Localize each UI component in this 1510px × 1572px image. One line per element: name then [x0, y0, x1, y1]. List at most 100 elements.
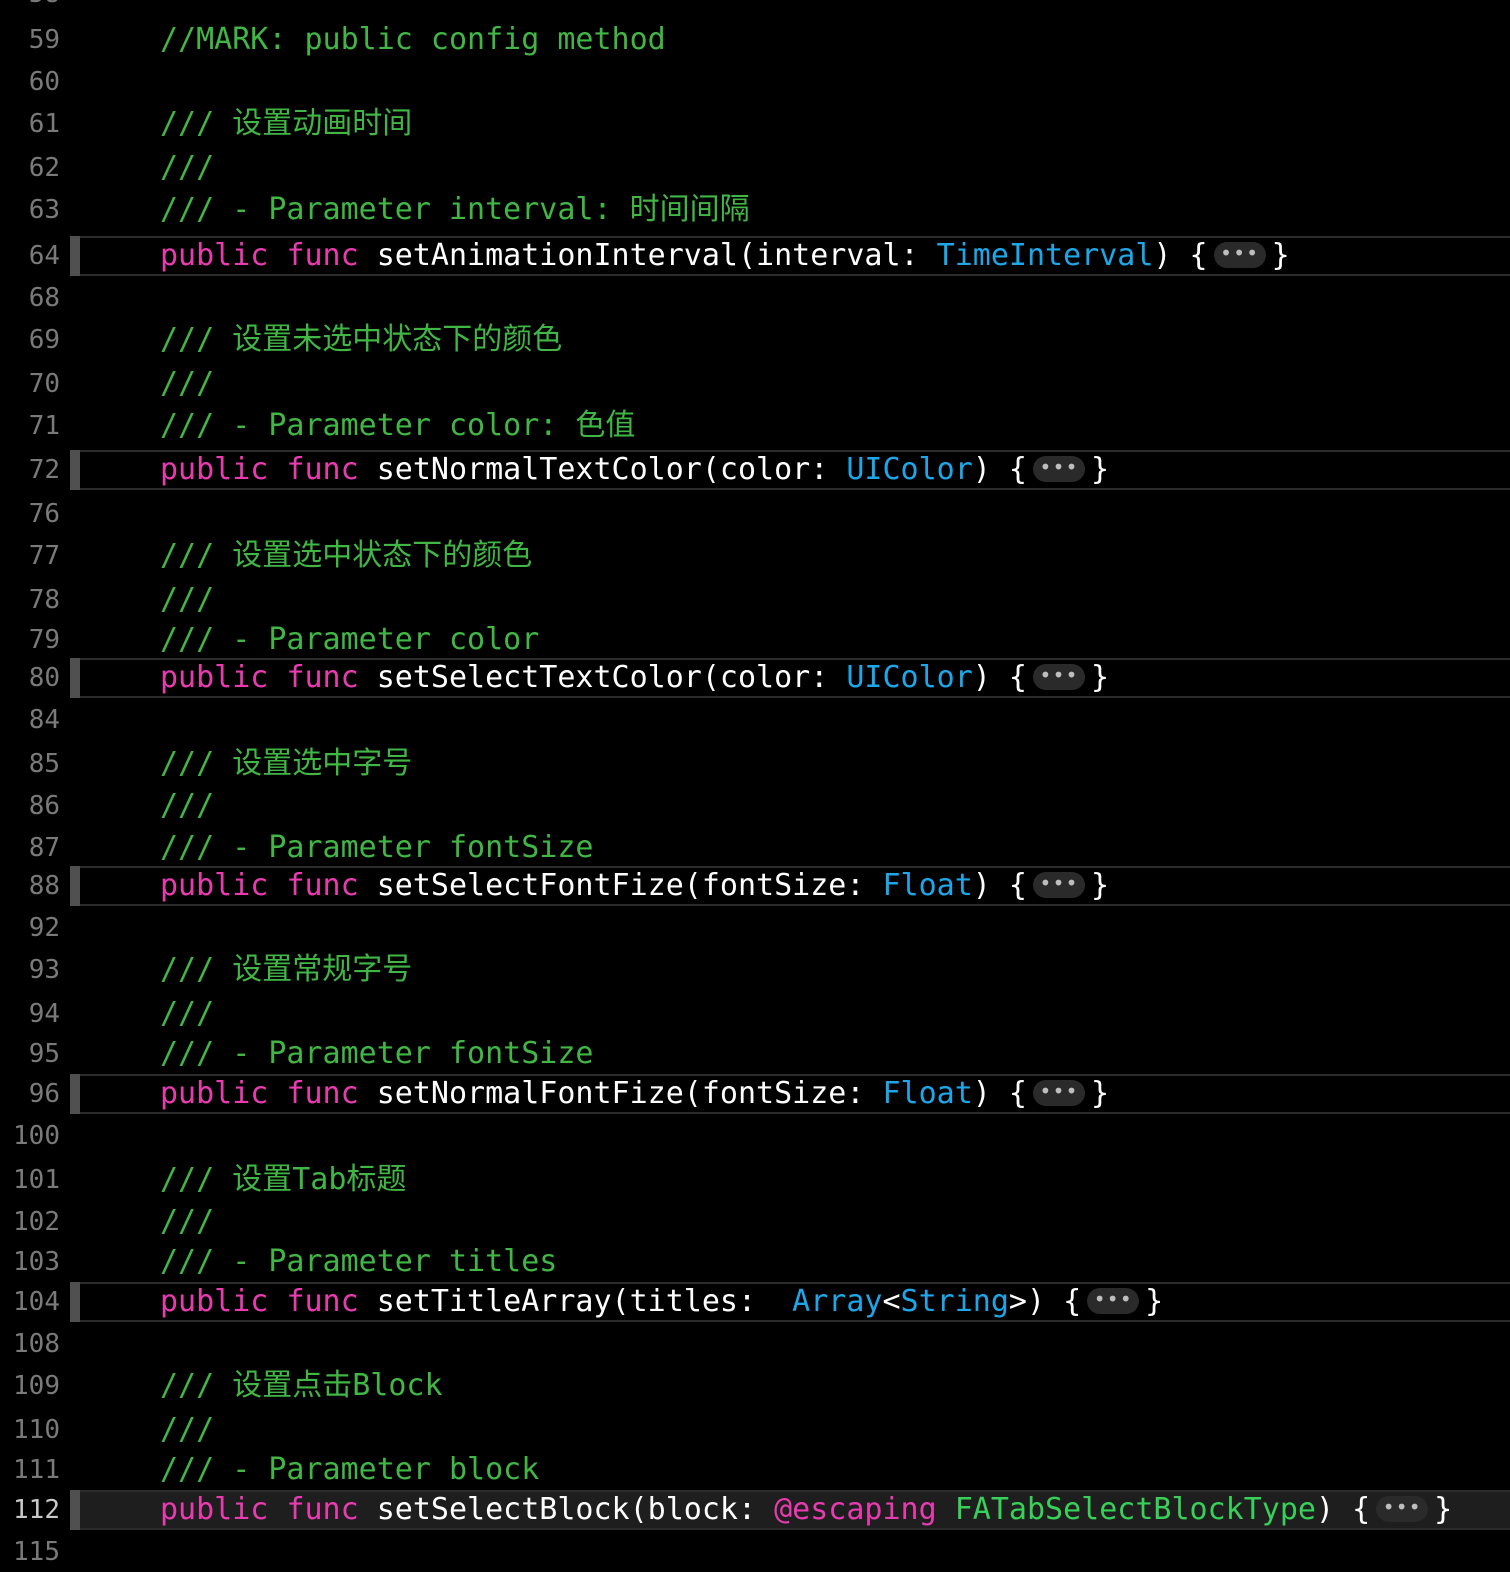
folded-code-ellipsis-button[interactable]: ••• [1032, 663, 1085, 690]
code-text: /// - Parameter fontSize [160, 1034, 593, 1074]
comment-text: /// [160, 1204, 215, 1239]
closing-brace: } [1145, 1284, 1164, 1319]
code-line-59[interactable]: 59 //MARK: public config method [0, 20, 1510, 60]
folded-code-ellipsis-button[interactable]: ••• [1376, 1495, 1429, 1522]
fold-ribbon-marker[interactable] [70, 1282, 80, 1322]
fold-ribbon-marker[interactable] [70, 658, 80, 698]
code-text: public func setSelectBlock(block: @escap… [160, 1490, 1452, 1530]
code-line-68[interactable]: 68 [0, 278, 1510, 318]
code-line-103[interactable]: 103 /// - Parameter titles [0, 1242, 1510, 1282]
code-editor[interactable]: 58 59 //MARK: public config method 60 61 ///… [0, 0, 1510, 1570]
code-line-102[interactable]: 102 /// [0, 1202, 1510, 1242]
line-number: 60 [28, 67, 60, 97]
type-name: Array [792, 1284, 883, 1319]
line-number: 111 [13, 1455, 60, 1485]
code-line-86[interactable]: 86 /// [0, 786, 1510, 826]
line-number: 69 [28, 325, 60, 355]
code-line-93[interactable]: 93 /// 设置常规字号 [0, 950, 1510, 990]
code-line-62[interactable]: 62 /// [0, 148, 1510, 188]
code-line-109[interactable]: 109 /// 设置点击Block [0, 1366, 1510, 1406]
fold-ribbon-marker[interactable] [70, 1074, 80, 1114]
code-line-69[interactable]: 69 /// 设置未选中状态下的颜色 [0, 320, 1510, 360]
code-line-77[interactable]: 77 /// 设置选中状态下的颜色 [0, 536, 1510, 576]
fold-ribbon-marker[interactable] [70, 1490, 80, 1530]
signature-close: ) { [972, 1076, 1027, 1111]
keyword-public: public [160, 1076, 269, 1111]
function-signature: setAnimationInterval(interval: [358, 238, 937, 273]
line-number: 68 [28, 283, 60, 313]
line-number: 79 [28, 625, 60, 655]
code-line-84[interactable]: 84 [0, 700, 1510, 740]
code-text: /// [160, 580, 214, 620]
line-number: 64 [28, 241, 60, 271]
closing-brace: } [1434, 1492, 1453, 1527]
folded-code-ellipsis-button[interactable]: ••• [1213, 241, 1266, 268]
code-text: /// [160, 786, 214, 826]
code-text: public func setSelectTextColor(color: UI… [160, 658, 1109, 698]
code-text: /// [160, 994, 214, 1034]
code-line-110[interactable]: 110 /// [0, 1410, 1510, 1450]
code-line-95[interactable]: 95 /// - Parameter fontSize [0, 1034, 1510, 1074]
code-line-94[interactable]: 94 /// [0, 994, 1510, 1034]
code-line-101[interactable]: 101 /// 设置Tab标题 [0, 1160, 1510, 1200]
function-signature: setSelectFontFize(fontSize: [358, 868, 883, 903]
keyword-func: func [286, 1076, 359, 1111]
fold-ribbon-marker[interactable] [70, 450, 80, 490]
keyword-func: func [286, 1284, 359, 1319]
code-line-115[interactable]: 115 [0, 1532, 1510, 1572]
code-line-111[interactable]: 111 /// - Parameter block [0, 1450, 1510, 1490]
line-number: 104 [13, 1287, 60, 1317]
line-number: 109 [13, 1371, 60, 1401]
line-number: 88 [28, 871, 60, 901]
comment-text: /// [160, 150, 215, 185]
code-line-63[interactable]: 63 /// - Parameter interval: 时间间隔 [0, 190, 1510, 230]
keyword-public: public [160, 1492, 269, 1527]
line-number: 63 [28, 195, 60, 225]
code-line-70[interactable]: 70 /// [0, 364, 1510, 404]
code-text: /// 设置Tab标题 [160, 1160, 406, 1200]
code-line-112[interactable]: 112 public func setSelectBlock(block: @es… [0, 1490, 1510, 1530]
code-text: public func setSelectFontFize(fontSize: … [160, 866, 1109, 906]
code-text: /// 设置选中字号 [160, 744, 412, 784]
code-line-87[interactable]: 87 /// - Parameter fontSize [0, 828, 1510, 868]
folded-code-ellipsis-button[interactable]: ••• [1032, 455, 1085, 482]
code-line-60[interactable]: 60 [0, 62, 1510, 102]
folded-code-ellipsis-button[interactable]: ••• [1032, 871, 1085, 898]
code-text: /// - Parameter titles [160, 1242, 557, 1282]
code-line-92[interactable]: 92 [0, 908, 1510, 948]
signature-close: ) { [972, 868, 1027, 903]
code-text: public func setTitleArray(titles: Array<… [160, 1282, 1163, 1322]
code-line-72[interactable]: 72 public func setNormalTextColor(color: … [0, 450, 1510, 490]
fold-ribbon-marker[interactable] [70, 236, 80, 276]
code-line-100[interactable]: 100 [0, 1116, 1510, 1156]
code-line-96[interactable]: 96 public func setNormalFontFize(fontSize… [0, 1074, 1510, 1114]
line-number: 95 [28, 1039, 60, 1069]
comment-text: /// [160, 582, 215, 617]
line-number: 71 [28, 411, 60, 441]
code-line-76[interactable]: 76 [0, 494, 1510, 534]
code-line-61[interactable]: 61 /// 设置动画时间 [0, 104, 1510, 144]
comment-text: /// - Parameter block [160, 1452, 540, 1487]
code-line-71[interactable]: 71 /// - Parameter color: 色值 [0, 406, 1510, 446]
code-line-80[interactable]: 80 public func setSelectTextColor(color: … [0, 658, 1510, 698]
code-line-104[interactable]: 104 public func setTitleArray(titles: Arr… [0, 1282, 1510, 1322]
code-line-88[interactable]: 88 public func setSelectFontFize(fontSize… [0, 866, 1510, 906]
keyword-public: public [160, 238, 269, 273]
comment-text: /// - Parameter fontSize [160, 830, 594, 865]
comment-text: /// 设置动画时间 [160, 106, 413, 141]
fold-ribbon-marker[interactable] [70, 866, 80, 906]
folded-code-ellipsis-button[interactable]: ••• [1032, 1079, 1085, 1106]
code-line-79[interactable]: 79 /// - Parameter color [0, 620, 1510, 660]
code-text: /// [160, 364, 214, 404]
folded-code-ellipsis-button[interactable]: ••• [1087, 1287, 1140, 1314]
code-line-108[interactable]: 108 [0, 1324, 1510, 1364]
comment-text: /// [160, 1412, 215, 1447]
line-number: 87 [28, 833, 60, 863]
code-line-85[interactable]: 85 /// 设置选中字号 [0, 744, 1510, 784]
line-number: 62 [28, 153, 60, 183]
line-number: 96 [28, 1079, 60, 1109]
code-line-78[interactable]: 78 /// [0, 580, 1510, 620]
line-number: 80 [28, 663, 60, 693]
code-line-64[interactable]: 64 public func setAnimationInterval(inter… [0, 236, 1510, 276]
